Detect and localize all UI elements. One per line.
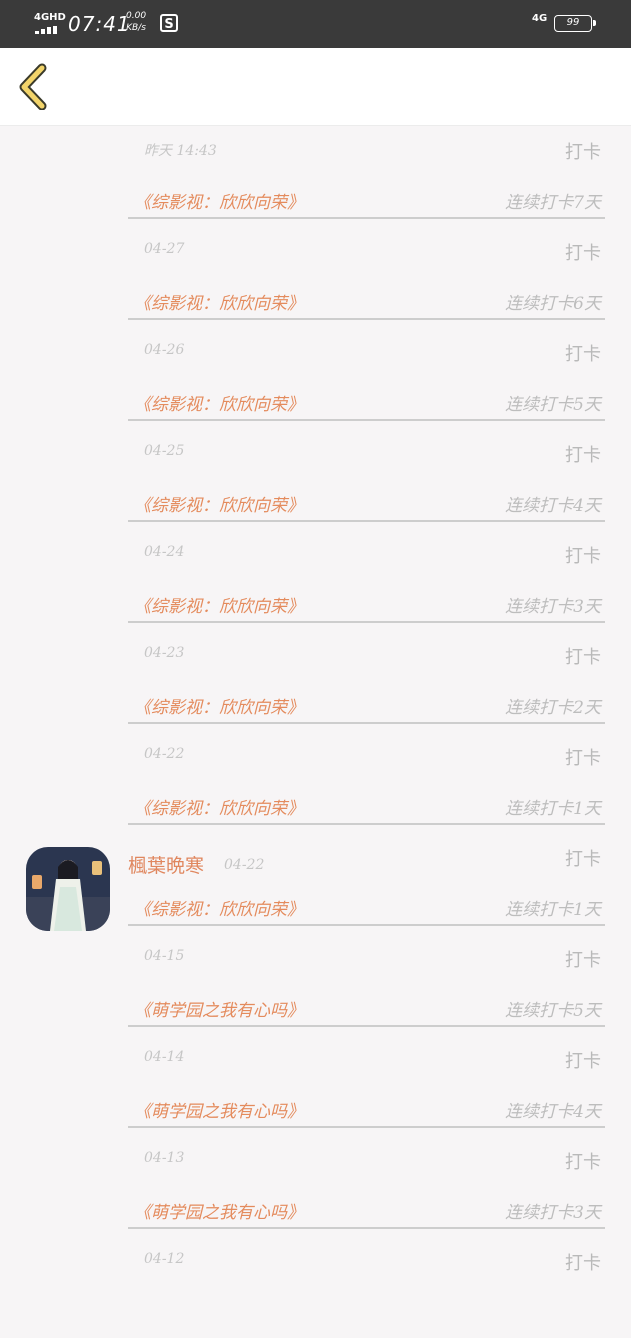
divider xyxy=(128,1126,605,1128)
checkin-label: 打卡 xyxy=(565,950,601,971)
book-title-link[interactable]: 《综影视：欣欣向荣》 xyxy=(134,188,304,213)
app-notification-icon: S xyxy=(160,14,178,32)
checkin-item: 04-24 打卡 《综影视：欣欣向荣》 连续打卡3天 xyxy=(0,530,631,631)
divider xyxy=(128,217,605,219)
book-title-link[interactable]: 《萌学园之我有心吗》 xyxy=(134,1198,304,1223)
avatar[interactable] xyxy=(26,847,110,931)
entry-date: 昨天 14:43 xyxy=(144,143,217,159)
checkin-item: 04-25 打卡 《综影视：欣欣向荣》 连续打卡4天 xyxy=(0,429,631,530)
streak-count: 连续打卡6天 xyxy=(505,294,601,314)
checkin-item: 04-12 打卡 xyxy=(0,1237,631,1338)
entry-date: 04-13 xyxy=(144,1150,185,1166)
checkin-list: 昨天 14:43 打卡 《综影视：欣欣向荣》 连续打卡7天 04-27 打卡 《… xyxy=(0,126,631,1338)
speed-unit: KB/s xyxy=(126,23,146,33)
streak-count: 连续打卡1天 xyxy=(505,799,601,819)
book-title-link[interactable]: 《综影视：欣欣向荣》 xyxy=(134,289,304,314)
book-title-link[interactable]: 《综影视：欣欣向荣》 xyxy=(134,693,304,718)
entry-date: 04-27 xyxy=(144,241,185,257)
divider xyxy=(128,1025,605,1027)
entry-date: 04-24 xyxy=(144,544,185,560)
battery-icon: 99 xyxy=(554,15,596,32)
streak-count: 连续打卡7天 xyxy=(505,193,601,213)
checkin-item: 04-15 打卡 《萌学园之我有心吗》 连续打卡5天 xyxy=(0,934,631,1035)
entry-date: 04-22 xyxy=(144,746,185,762)
checkin-item: 04-14 打卡 《萌学园之我有心吗》 连续打卡4天 xyxy=(0,1035,631,1136)
book-title-link[interactable]: 《综影视：欣欣向荣》 xyxy=(134,794,304,819)
back-button[interactable] xyxy=(12,62,58,111)
entry-date: 04-15 xyxy=(144,948,185,964)
streak-count: 连续打卡5天 xyxy=(505,395,601,415)
divider xyxy=(128,823,605,825)
checkin-label: 打卡 xyxy=(565,445,601,466)
checkin-label: 打卡 xyxy=(565,849,601,870)
entry-date: 04-25 xyxy=(144,443,185,459)
checkin-label: 打卡 xyxy=(565,243,601,264)
book-title-link[interactable]: 《综影视：欣欣向荣》 xyxy=(134,390,304,415)
entry-date: 04-14 xyxy=(144,1049,185,1065)
checkin-item: 昨天 14:43 打卡 《综影视：欣欣向荣》 连续打卡7天 xyxy=(0,126,631,227)
checkin-label: 打卡 xyxy=(565,546,601,567)
checkin-label: 打卡 xyxy=(565,1152,601,1173)
divider xyxy=(128,419,605,421)
checkin-item: 04-26 打卡 《综影视：欣欣向荣》 连续打卡5天 xyxy=(0,328,631,429)
avatar-image xyxy=(26,847,110,931)
signal-icon xyxy=(35,26,61,34)
checkin-item: 04-23 打卡 《综影视：欣欣向荣》 连续打卡2天 xyxy=(0,631,631,732)
status-bar: 4GHD 07:41 0.00 KB/s S 4G 99 xyxy=(0,0,631,48)
checkin-label: 打卡 xyxy=(565,1253,601,1274)
entry-date: 04-12 xyxy=(144,1251,185,1267)
streak-count: 连续打卡4天 xyxy=(505,1102,601,1122)
checkin-item: 04-27 打卡 《综影视：欣欣向荣》 连续打卡6天 xyxy=(0,227,631,328)
checkin-label: 打卡 xyxy=(565,647,601,668)
header-bar xyxy=(0,48,631,126)
checkin-item: 04-22 打卡 《综影视：欣欣向荣》 连续打卡1天 xyxy=(0,732,631,833)
checkin-item: 04-13 打卡 《萌学园之我有心吗》 连续打卡3天 xyxy=(0,1136,631,1237)
checkin-label: 打卡 xyxy=(565,748,601,769)
network-type-right: 4G xyxy=(532,13,548,24)
book-title-link[interactable]: 《综影视：欣欣向荣》 xyxy=(134,491,304,516)
checkin-label: 打卡 xyxy=(565,344,601,365)
streak-count: 连续打卡4天 xyxy=(505,496,601,516)
divider xyxy=(128,924,605,926)
streak-count: 连续打卡2天 xyxy=(505,698,601,718)
entry-date: 04-23 xyxy=(144,645,185,661)
divider xyxy=(128,1227,605,1229)
divider xyxy=(128,520,605,522)
streak-count: 连续打卡3天 xyxy=(505,1203,601,1223)
divider xyxy=(128,722,605,724)
network-type: 4GHD xyxy=(34,12,66,23)
username[interactable]: 楓葉晩寒 xyxy=(128,851,204,878)
checkin-item-with-user: 楓葉晩寒 04-22 打卡 《综影视：欣欣向荣》 连续打卡1天 xyxy=(0,833,631,934)
entry-date: 04-26 xyxy=(144,342,185,358)
network-speed: 0.00 KB/s xyxy=(126,10,146,34)
chevron-left-icon xyxy=(19,63,47,111)
checkin-label: 打卡 xyxy=(565,1051,601,1072)
clock: 07:41 xyxy=(68,12,131,36)
streak-count: 连续打卡1天 xyxy=(505,900,601,920)
streak-count: 连续打卡5天 xyxy=(505,1001,601,1021)
book-title-link[interactable]: 《综影视：欣欣向荣》 xyxy=(134,895,304,920)
checkin-label: 打卡 xyxy=(565,142,601,163)
divider xyxy=(128,621,605,623)
book-title-link[interactable]: 《萌学园之我有心吗》 xyxy=(134,996,304,1021)
entry-date: 04-22 xyxy=(224,857,265,873)
speed-value: 0.00 xyxy=(126,11,147,21)
book-title-link[interactable]: 《综影视：欣欣向荣》 xyxy=(134,592,304,617)
book-title-link[interactable]: 《萌学园之我有心吗》 xyxy=(134,1097,304,1122)
streak-count: 连续打卡3天 xyxy=(505,597,601,617)
divider xyxy=(128,318,605,320)
